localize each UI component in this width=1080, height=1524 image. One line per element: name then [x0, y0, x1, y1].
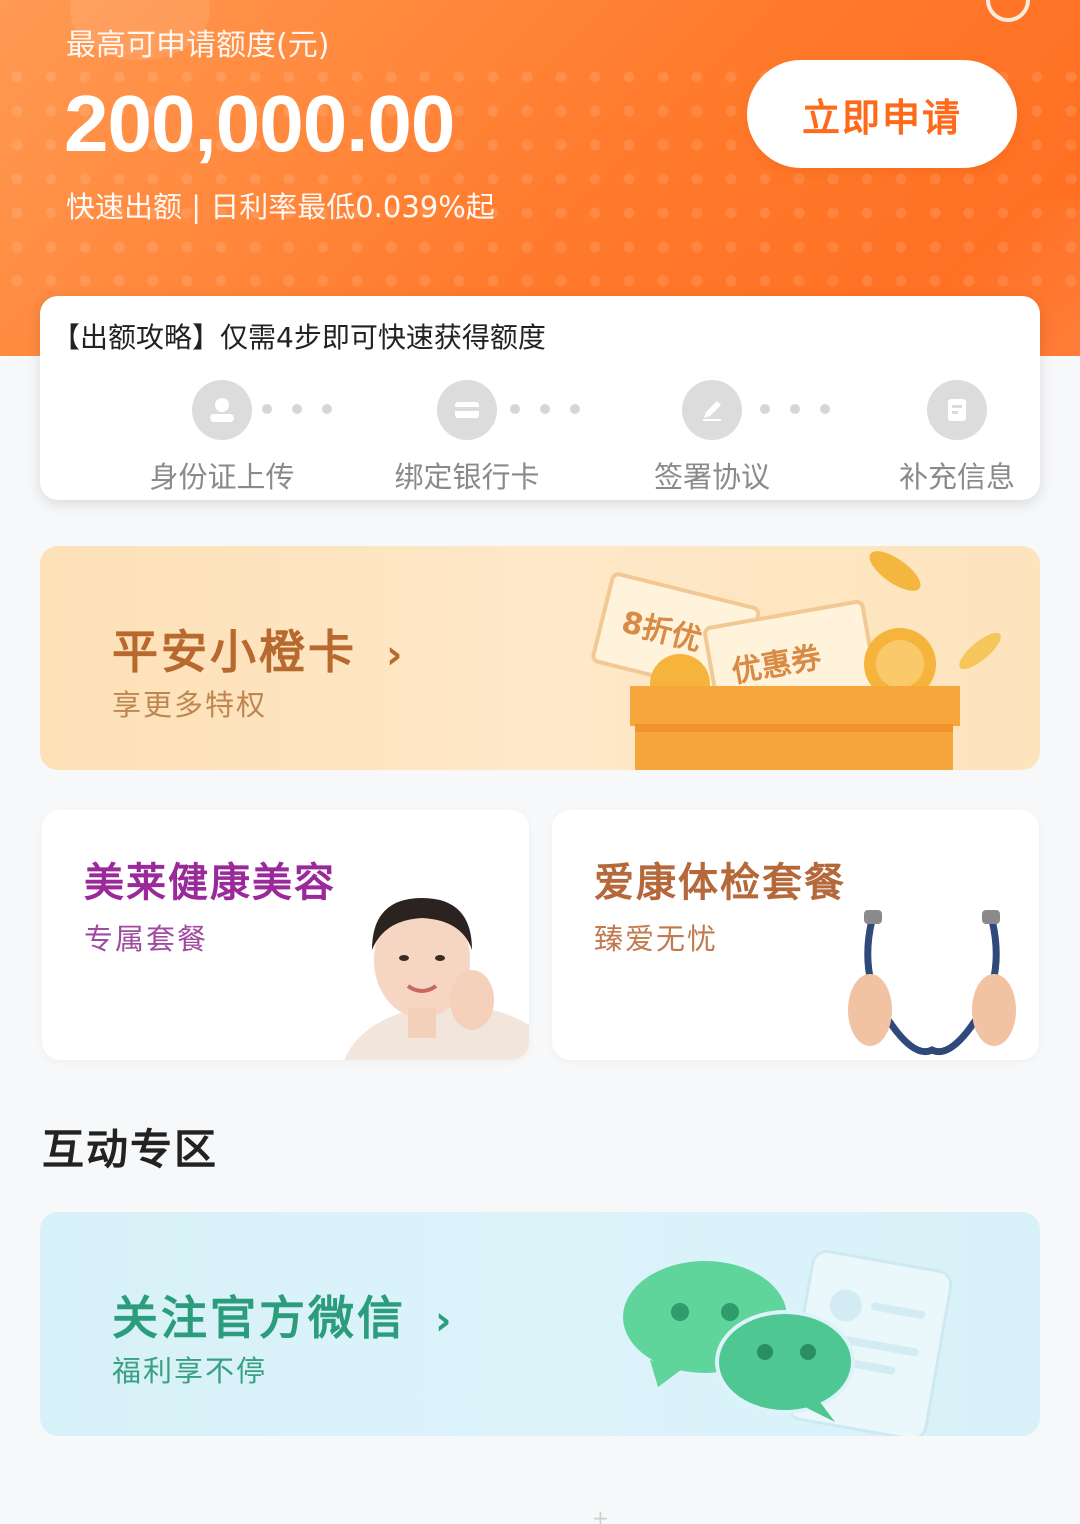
step-connector: [262, 404, 332, 416]
limit-subtitle: 快速出额 | 日利率最低0.039%起: [66, 190, 495, 224]
health-checkup-card[interactable]: 爱康体检套餐 臻爱无忧: [552, 810, 1039, 1060]
step-label: 身份证上传: [149, 460, 295, 494]
wechat-banner-title-text: 关注官方微信: [112, 1291, 406, 1345]
service-title: 美莱健康美容: [84, 860, 336, 906]
stethoscope-illustration: [848, 910, 1016, 1055]
id-card-user-icon: [192, 380, 252, 440]
application-guide-card[interactable]: 【出额攻略】仅需4步即可快速获得额度 身份证上传 绑定银行卡 签署协议 补充信息: [40, 296, 1040, 500]
step-supplement-info: 补充信息: [857, 380, 1057, 496]
service-subtitle: 臻爱无忧: [594, 922, 719, 956]
promo-card-title: 平安小橙卡 ›: [112, 616, 406, 682]
orange-card-banner[interactable]: 平安小橙卡 › 享更多特权 8折优 优惠券: [40, 546, 1040, 770]
wechat-banner-title: 关注官方微信 ›: [112, 1282, 455, 1348]
beauty-package-card[interactable]: 美莱健康美容 专属套餐: [42, 810, 529, 1060]
apply-now-button[interactable]: 立即申请: [747, 60, 1017, 168]
step-bind-card: 绑定银行卡: [367, 380, 567, 496]
service-title: 爱康体检套餐: [594, 860, 846, 906]
wechat-banner-subtitle: 福利享不停: [112, 1354, 268, 1388]
promo-card-subtitle: 享更多特权: [112, 688, 268, 722]
guide-title: 【出额攻略】仅需4步即可快速获得额度: [52, 321, 546, 354]
limit-label: 最高可申请额度(元): [66, 28, 330, 63]
chevron-right-icon: ›: [386, 632, 406, 678]
bottom-indicator: +: [592, 1506, 609, 1524]
wechat-chat-bubbles-icon: [623, 1250, 953, 1436]
loan-home-page: 最高可申请额度(元) 200,000.00 快速出额 | 日利率最低0.039%…: [0, 0, 1080, 1524]
coupon-gift-box-illustration: 8折优 优惠券: [591, 551, 1001, 770]
follow-wechat-banner[interactable]: 关注官方微信 › 福利享不停: [40, 1212, 1040, 1436]
promo-card-title-text: 平安小橙卡: [112, 625, 357, 679]
step-sign-agreement: 签署协议: [612, 380, 812, 496]
service-icon[interactable]: [986, 0, 1030, 22]
chevron-right-icon: ›: [435, 1298, 455, 1344]
interactive-section-title: 互动专区: [42, 1125, 219, 1174]
pen-sign-icon: [682, 380, 742, 440]
service-subtitle: 专属套餐: [84, 922, 209, 956]
step-connector: [510, 404, 580, 416]
document-info-icon: [927, 380, 987, 440]
step-label: 签署协议: [653, 460, 770, 494]
step-label: 绑定银行卡: [394, 460, 540, 494]
limit-amount: 200,000.00: [64, 79, 455, 168]
smiling-woman-illustration: [344, 898, 529, 1060]
step-connector: [760, 404, 830, 416]
step-label: 补充信息: [898, 460, 1015, 494]
step-id-upload: 身份证上传: [122, 380, 322, 496]
bank-card-icon: [437, 380, 497, 440]
